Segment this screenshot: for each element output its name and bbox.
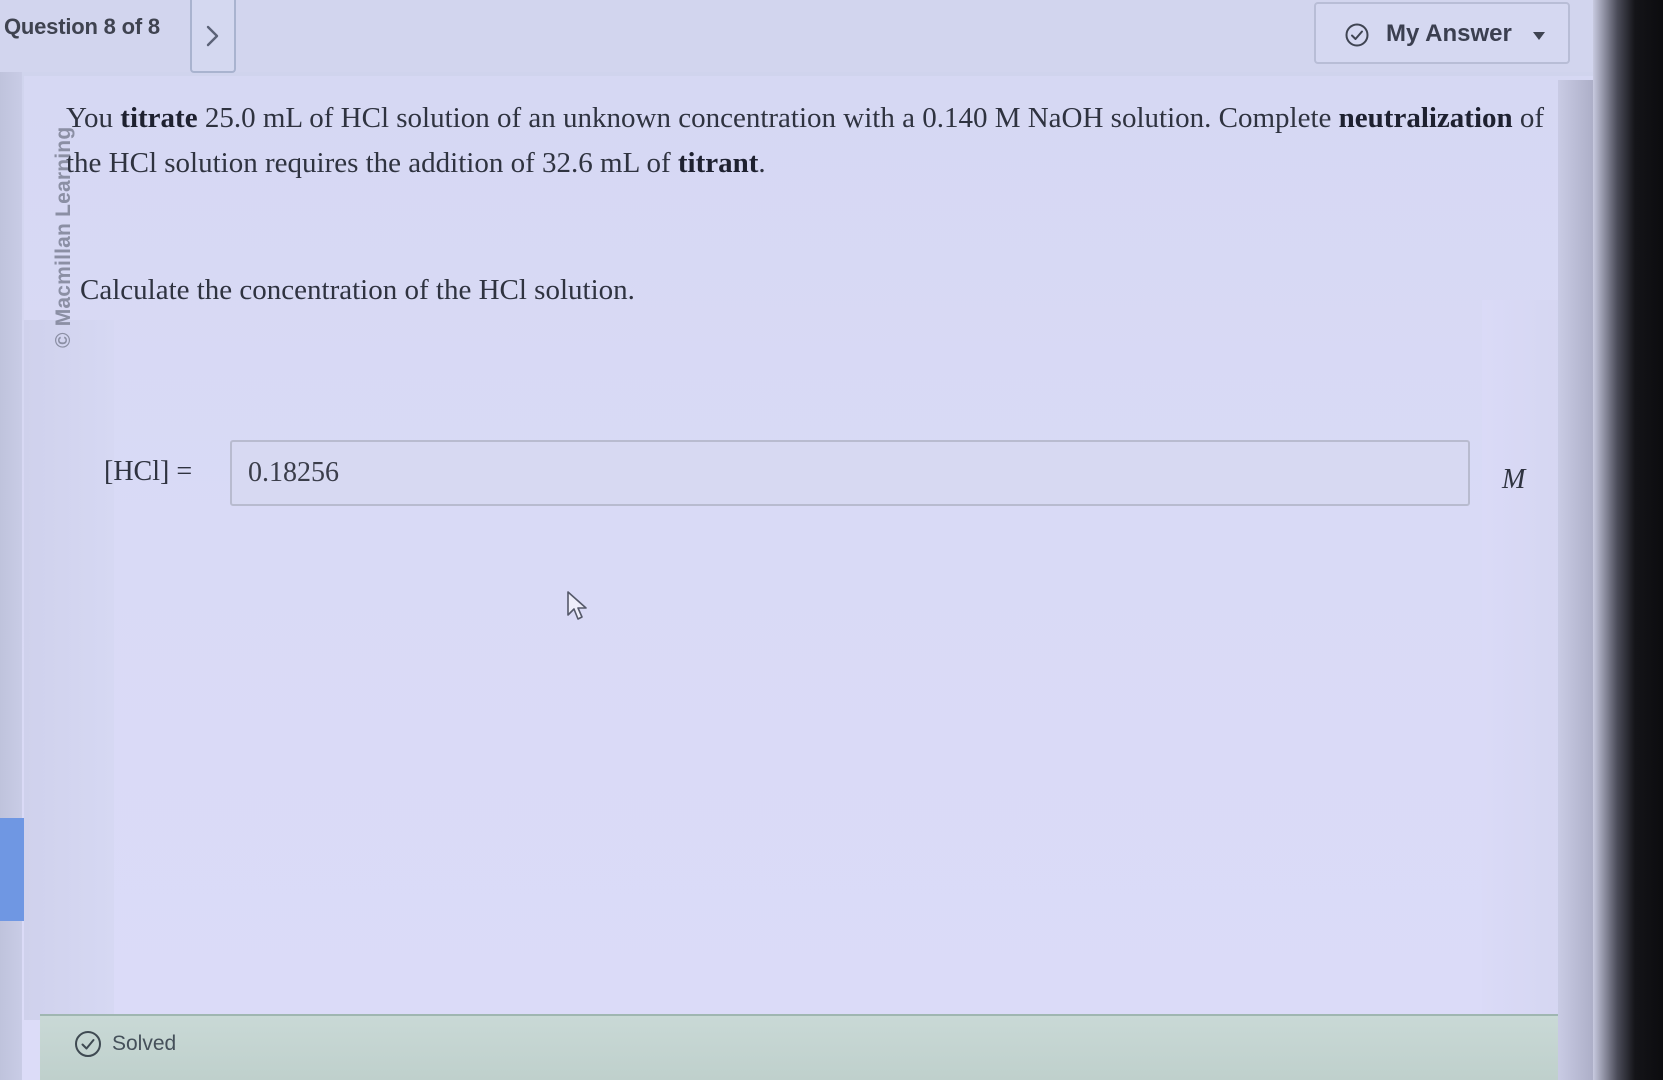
status-bar: Solved	[40, 1014, 1560, 1080]
screen-left-edge	[0, 70, 22, 1080]
screen-right-bezel	[1593, 0, 1663, 1080]
answer-label: [HCl] =	[104, 456, 193, 487]
caret-down-icon	[1533, 32, 1545, 40]
answer-unit: M	[1502, 464, 1526, 495]
panel-shade-right	[1482, 300, 1562, 1020]
screen-right-strip	[1558, 80, 1598, 1080]
mouse-cursor-icon	[567, 591, 587, 620]
top-bar: Question 8 of 8 My Answer	[0, 0, 1600, 73]
panel-shade-left	[24, 320, 114, 1020]
check-circle-icon	[75, 1031, 101, 1057]
my-answer-dropdown[interactable]: My Answer	[1314, 2, 1570, 64]
question-counter: Question 8 of 8	[4, 14, 160, 39]
question-prompt: Calculate the concentration of the HCl s…	[80, 274, 635, 306]
question-text: You titrate 25.0 mL of HCl solution of a…	[66, 102, 1545, 179]
next-question-button[interactable]	[190, 0, 236, 73]
chevron-right-icon	[206, 25, 219, 46]
check-circle-icon	[1345, 23, 1369, 47]
my-answer-label: My Answer	[1386, 20, 1512, 47]
question-panel	[24, 76, 1596, 1016]
solved-status-label: Solved	[112, 1032, 177, 1055]
answer-input[interactable]	[230, 440, 1470, 506]
